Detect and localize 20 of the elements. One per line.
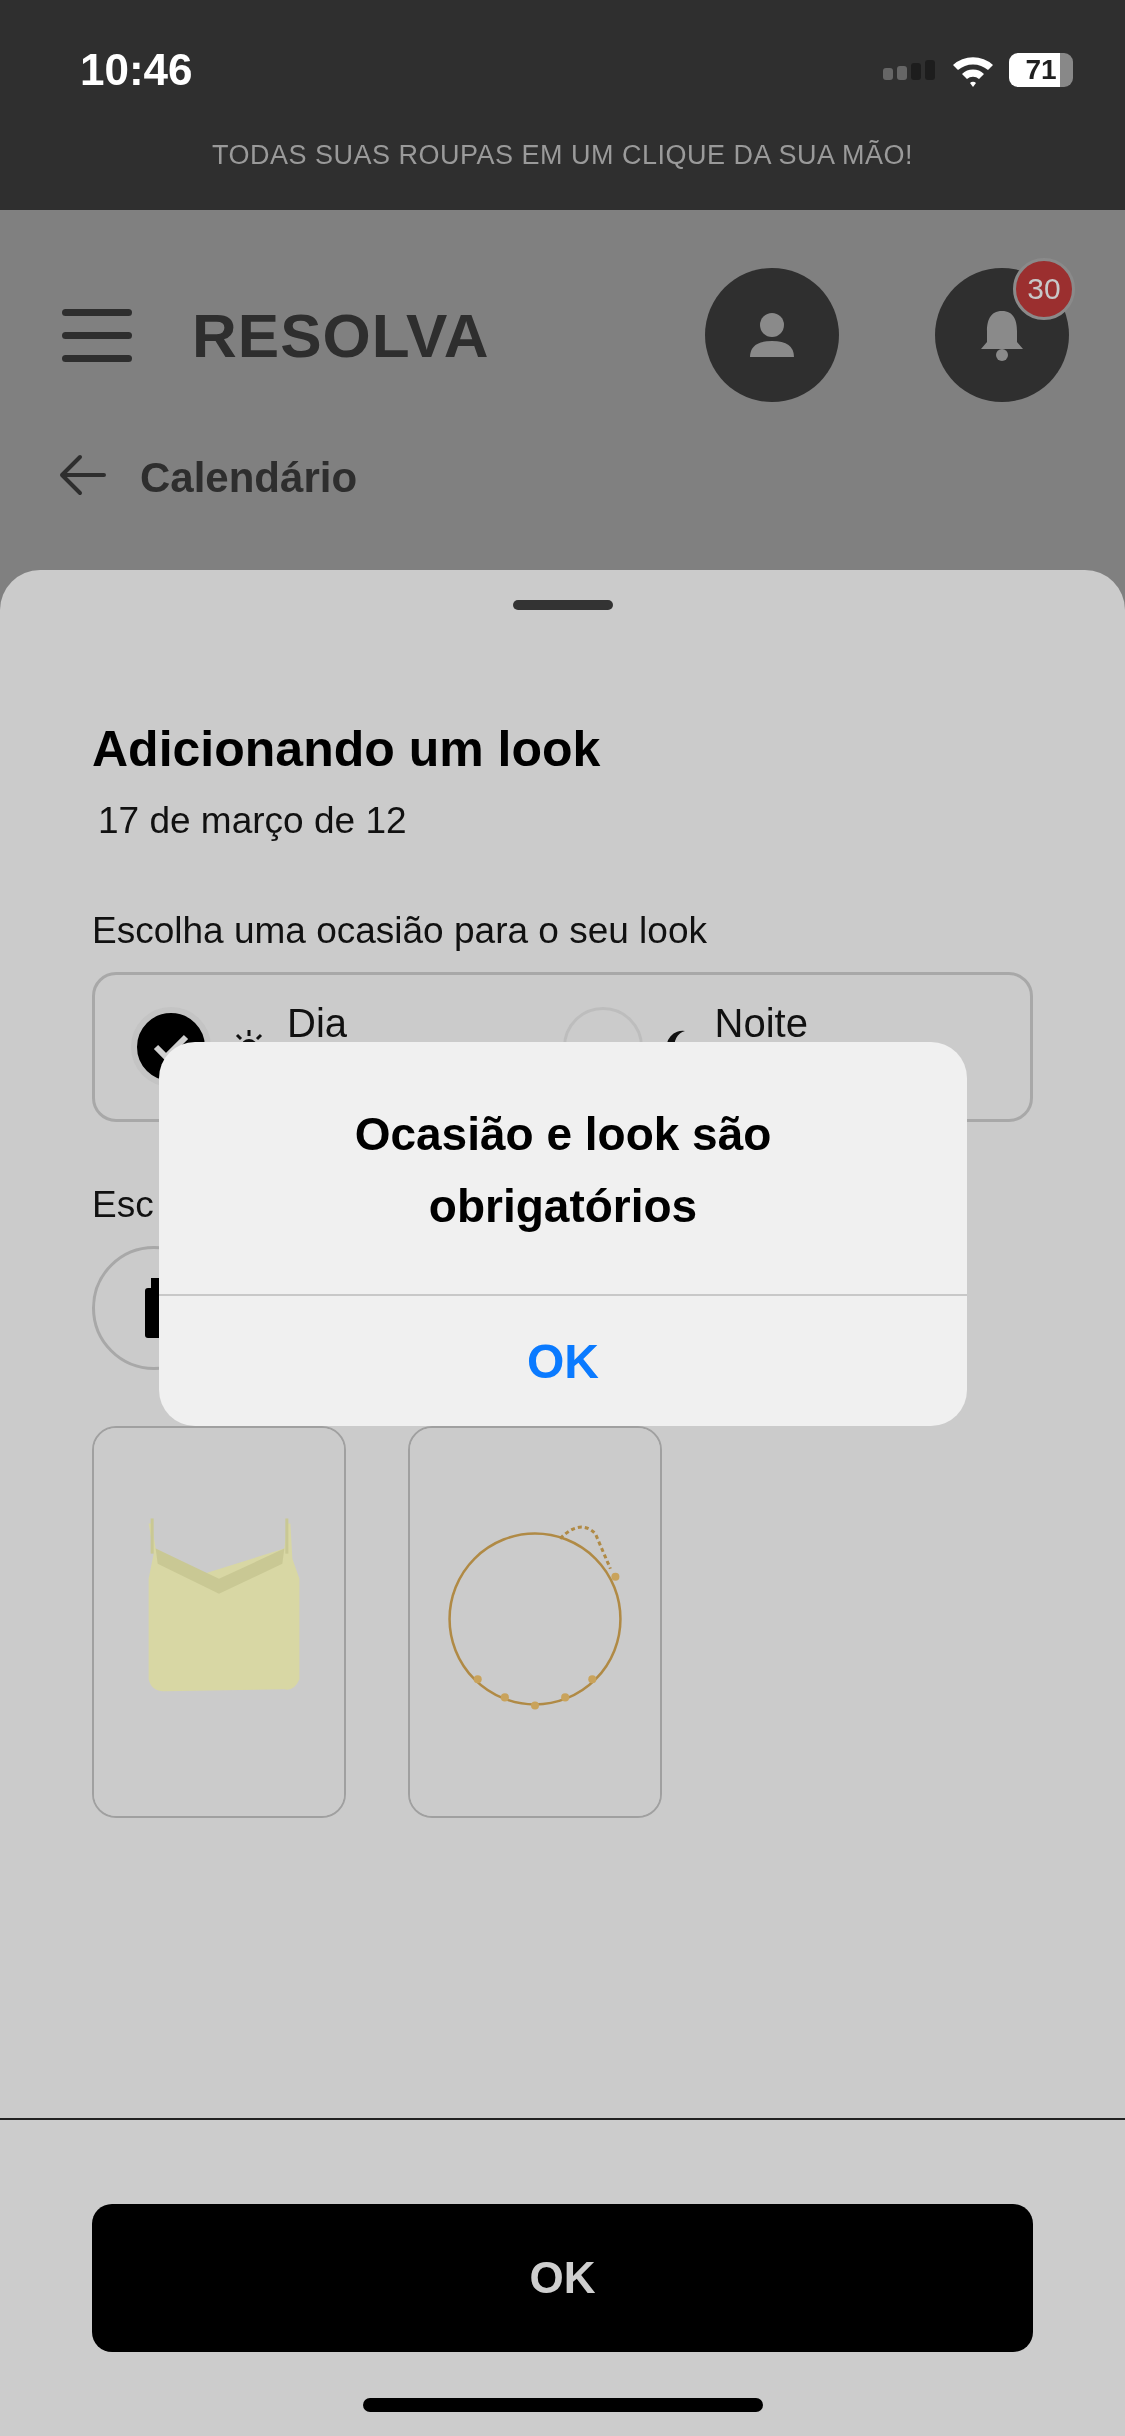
occasion-label: Escolha uma ocasião para o seu look <box>92 910 708 952</box>
alert-title: Ocasião e look são obrigatórios <box>353 1107 773 1234</box>
alert-ok-button[interactable]: OK <box>159 1294 967 1426</box>
brand-logo: RESOLVA <box>192 299 490 371</box>
date-text: 17 de março de 12 <box>98 800 408 842</box>
back-arrow-icon[interactable] <box>58 454 106 496</box>
occasion-option[interactable]: Dia <box>287 1001 348 1046</box>
status-time: 10:46 <box>80 45 194 95</box>
signal-icon <box>883 60 937 80</box>
category-label: Esc <box>92 1184 154 1226</box>
sheet-grabber[interactable] <box>512 600 613 610</box>
menu-icon[interactable] <box>62 307 132 363</box>
occasion-option[interactable]: Noite <box>714 1001 808 1046</box>
ok-button[interactable]: OK <box>92 2204 1033 2352</box>
notification-badge: 30 <box>1013 258 1075 320</box>
bell-icon <box>978 309 1026 361</box>
sheet-title: Adicionando um look <box>92 720 602 778</box>
tagline: TODAS SUAS ROUPAS EM UM CLIQUE DA SUA MÃO! <box>210 140 915 171</box>
check-icon <box>151 1032 191 1062</box>
battery-level: 71 <box>1025 54 1057 86</box>
